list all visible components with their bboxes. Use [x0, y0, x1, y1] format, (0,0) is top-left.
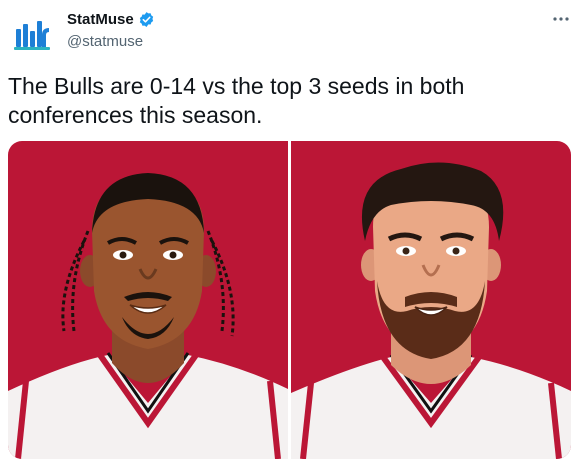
author-name[interactable]: StatMuse — [67, 11, 134, 28]
statmuse-logo-icon — [14, 21, 50, 50]
author-handle[interactable]: @statmuse — [67, 33, 143, 50]
more-horizontal-icon — [553, 17, 569, 21]
more-options-button[interactable] — [550, 8, 572, 30]
tweet-header: StatMuse @statmuse — [0, 0, 579, 62]
avatar[interactable] — [8, 12, 56, 60]
media-image-2[interactable] — [291, 141, 571, 459]
media-image-1[interactable] — [8, 141, 288, 459]
player-illustration-left — [8, 141, 288, 459]
verified-badge-icon — [139, 12, 153, 27]
author-name-row: StatMuse — [67, 11, 155, 28]
tweet-media — [8, 141, 571, 459]
player-illustration-right — [291, 141, 571, 459]
tweet-text: The Bulls are 0-14 vs the top 3 seeds in… — [8, 73, 465, 128]
